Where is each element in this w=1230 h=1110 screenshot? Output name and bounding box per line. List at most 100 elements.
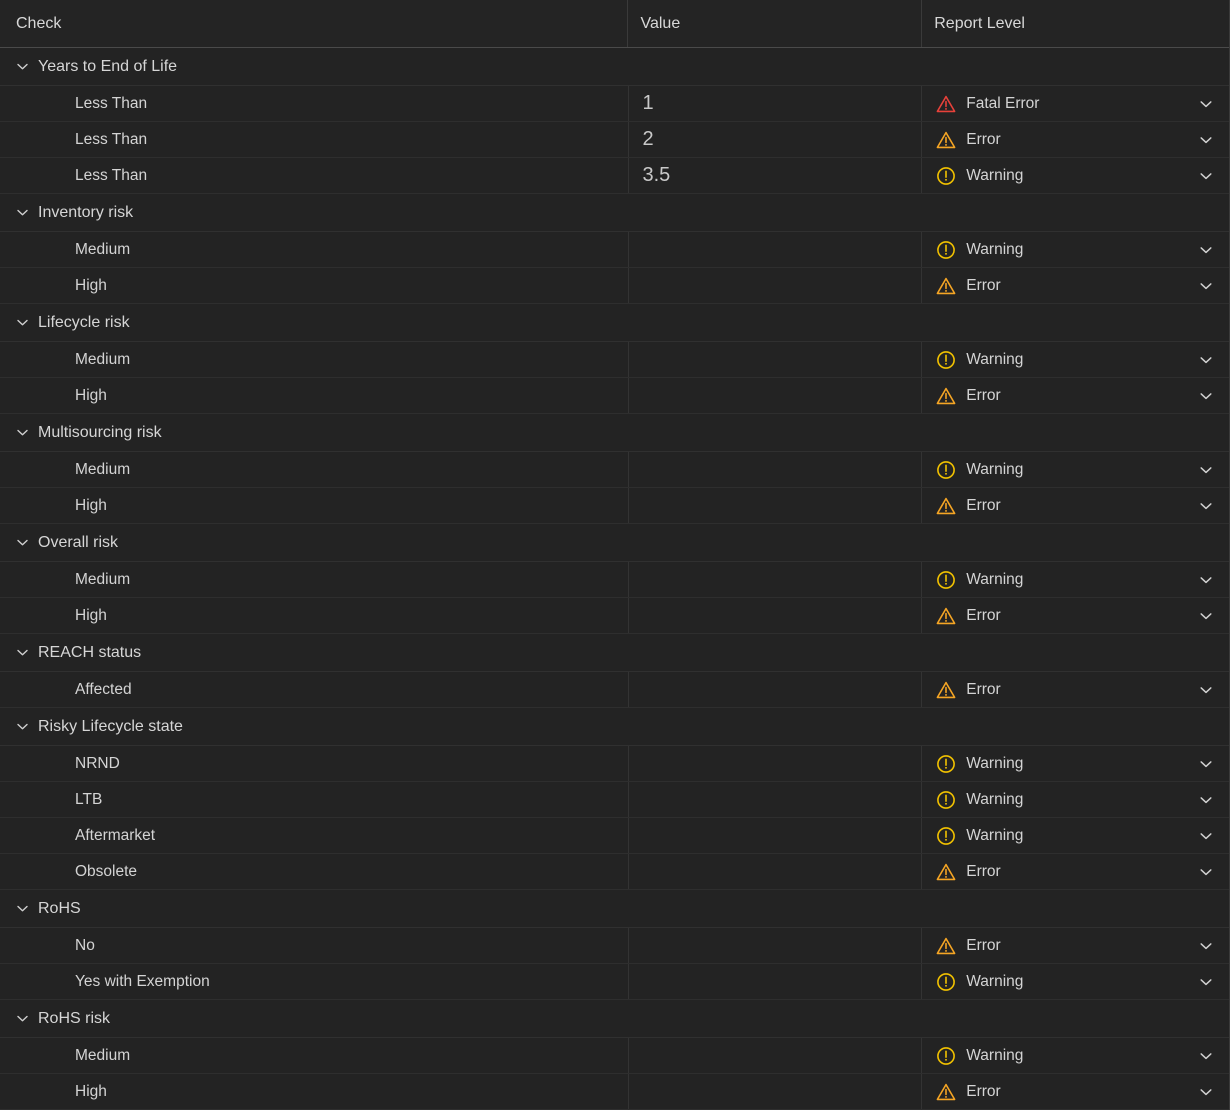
cell-value[interactable]	[627, 342, 922, 377]
table-row[interactable]: Less Than 2 Error	[0, 122, 1229, 158]
table-row[interactable]: Obsolete Error	[0, 854, 1229, 890]
cell-value[interactable]	[627, 598, 922, 633]
chevron-down-icon[interactable]	[13, 900, 31, 918]
cell-report-level[interactable]: Error	[921, 488, 1229, 523]
group-header-row[interactable]: Multisourcing risk	[0, 414, 1229, 452]
cell-report-level[interactable]: Error	[921, 122, 1229, 157]
table-row[interactable]: Medium Warning	[0, 1038, 1229, 1074]
chevron-down-icon[interactable]	[13, 424, 31, 442]
cell-value[interactable]	[627, 854, 922, 889]
cell-value[interactable]	[627, 964, 922, 999]
chevron-down-icon[interactable]	[1197, 351, 1215, 369]
table-row[interactable]: LTB Warning	[0, 782, 1229, 818]
table-row[interactable]: High Error	[0, 1074, 1229, 1110]
cell-report-level[interactable]: Error	[921, 268, 1229, 303]
cell-value[interactable]	[627, 1074, 922, 1109]
cell-report-level[interactable]: Warning	[921, 342, 1229, 377]
table-row[interactable]: High Error	[0, 378, 1229, 414]
chevron-down-icon[interactable]	[1197, 1083, 1215, 1101]
table-row[interactable]: Medium Warning	[0, 452, 1229, 488]
chevron-down-icon[interactable]	[13, 314, 31, 332]
cell-report-level[interactable]: Warning	[921, 746, 1229, 781]
cell-value[interactable]	[627, 782, 922, 817]
cell-report-level[interactable]: Warning	[921, 562, 1229, 597]
chevron-down-icon[interactable]	[1197, 755, 1215, 773]
cell-report-level[interactable]: Error	[921, 598, 1229, 633]
chevron-down-icon[interactable]	[13, 58, 31, 76]
chevron-down-icon[interactable]	[1197, 241, 1215, 259]
chevron-down-icon[interactable]	[13, 534, 31, 552]
column-header-report-level[interactable]: Report Level	[921, 0, 1229, 47]
table-row[interactable]: Yes with Exemption Warning	[0, 964, 1229, 1000]
chevron-down-icon[interactable]	[1197, 607, 1215, 625]
chevron-down-icon[interactable]	[1197, 1047, 1215, 1065]
chevron-down-icon[interactable]	[1197, 131, 1215, 149]
chevron-down-icon[interactable]	[1197, 277, 1215, 295]
table-row[interactable]: Aftermarket Warning	[0, 818, 1229, 854]
chevron-down-icon[interactable]	[13, 1010, 31, 1028]
cell-report-level[interactable]: Warning	[921, 818, 1229, 853]
cell-report-level[interactable]: Warning	[921, 1038, 1229, 1073]
chevron-down-icon[interactable]	[1197, 497, 1215, 515]
chevron-down-icon[interactable]	[1197, 791, 1215, 809]
chevron-down-icon[interactable]	[13, 204, 31, 222]
group-header-row[interactable]: Years to End of Life	[0, 48, 1229, 86]
chevron-down-icon[interactable]	[1197, 681, 1215, 699]
chevron-down-icon[interactable]	[1197, 863, 1215, 881]
cell-value[interactable]	[627, 232, 922, 267]
table-row[interactable]: Less Than 3.5 Warning	[0, 158, 1229, 194]
cell-report-level[interactable]: Error	[921, 1074, 1229, 1109]
cell-value[interactable]	[627, 562, 922, 597]
group-header-row[interactable]: RoHS risk	[0, 1000, 1229, 1038]
cell-report-level[interactable]: Warning	[921, 964, 1229, 999]
value-input[interactable]: 2	[643, 128, 654, 151]
cell-report-level[interactable]: Error	[921, 854, 1229, 889]
cell-value[interactable]	[627, 672, 922, 707]
cell-value[interactable]	[627, 488, 922, 523]
value-input[interactable]: 1	[643, 92, 654, 115]
chevron-down-icon[interactable]	[1197, 387, 1215, 405]
group-header-row[interactable]: Overall risk	[0, 524, 1229, 562]
table-row[interactable]: No Error	[0, 928, 1229, 964]
cell-value[interactable]	[627, 268, 922, 303]
cell-value[interactable]: 1	[627, 86, 922, 121]
table-row[interactable]: Less Than 1 Fatal Error	[0, 86, 1229, 122]
table-row[interactable]: High Error	[0, 268, 1229, 304]
cell-report-level[interactable]: Warning	[921, 782, 1229, 817]
chevron-down-icon[interactable]	[1197, 571, 1215, 589]
value-input[interactable]: 3.5	[643, 164, 671, 187]
chevron-down-icon[interactable]	[1197, 461, 1215, 479]
group-header-row[interactable]: RoHS	[0, 890, 1229, 928]
table-row[interactable]: Medium Warning	[0, 342, 1229, 378]
column-header-value[interactable]: Value	[627, 0, 921, 47]
table-row[interactable]: Affected Error	[0, 672, 1229, 708]
group-header-row[interactable]: REACH status	[0, 634, 1229, 672]
chevron-down-icon[interactable]	[1197, 95, 1215, 113]
chevron-down-icon[interactable]	[1197, 167, 1215, 185]
table-row[interactable]: Medium Warning	[0, 562, 1229, 598]
cell-report-level[interactable]: Error	[921, 928, 1229, 963]
chevron-down-icon[interactable]	[1197, 973, 1215, 991]
cell-value[interactable]	[627, 928, 922, 963]
cell-value[interactable]	[627, 818, 922, 853]
table-row[interactable]: High Error	[0, 598, 1229, 634]
cell-report-level[interactable]: Fatal Error	[921, 86, 1229, 121]
chevron-down-icon[interactable]	[13, 644, 31, 662]
group-header-row[interactable]: Risky Lifecycle state	[0, 708, 1229, 746]
cell-value[interactable]: 2	[627, 122, 922, 157]
group-header-row[interactable]: Lifecycle risk	[0, 304, 1229, 342]
chevron-down-icon[interactable]	[1197, 827, 1215, 845]
table-row[interactable]: NRND Warning	[0, 746, 1229, 782]
cell-report-level[interactable]: Error	[921, 378, 1229, 413]
cell-value[interactable]	[627, 1038, 922, 1073]
table-row[interactable]: Medium Warning	[0, 232, 1229, 268]
chevron-down-icon[interactable]	[13, 718, 31, 736]
cell-value[interactable]: 3.5	[627, 158, 922, 193]
cell-report-level[interactable]: Warning	[921, 232, 1229, 267]
cell-value[interactable]	[627, 452, 922, 487]
cell-report-level[interactable]: Warning	[921, 158, 1229, 193]
table-row[interactable]: High Error	[0, 488, 1229, 524]
chevron-down-icon[interactable]	[1197, 937, 1215, 955]
cell-report-level[interactable]: Warning	[921, 452, 1229, 487]
cell-report-level[interactable]: Error	[921, 672, 1229, 707]
